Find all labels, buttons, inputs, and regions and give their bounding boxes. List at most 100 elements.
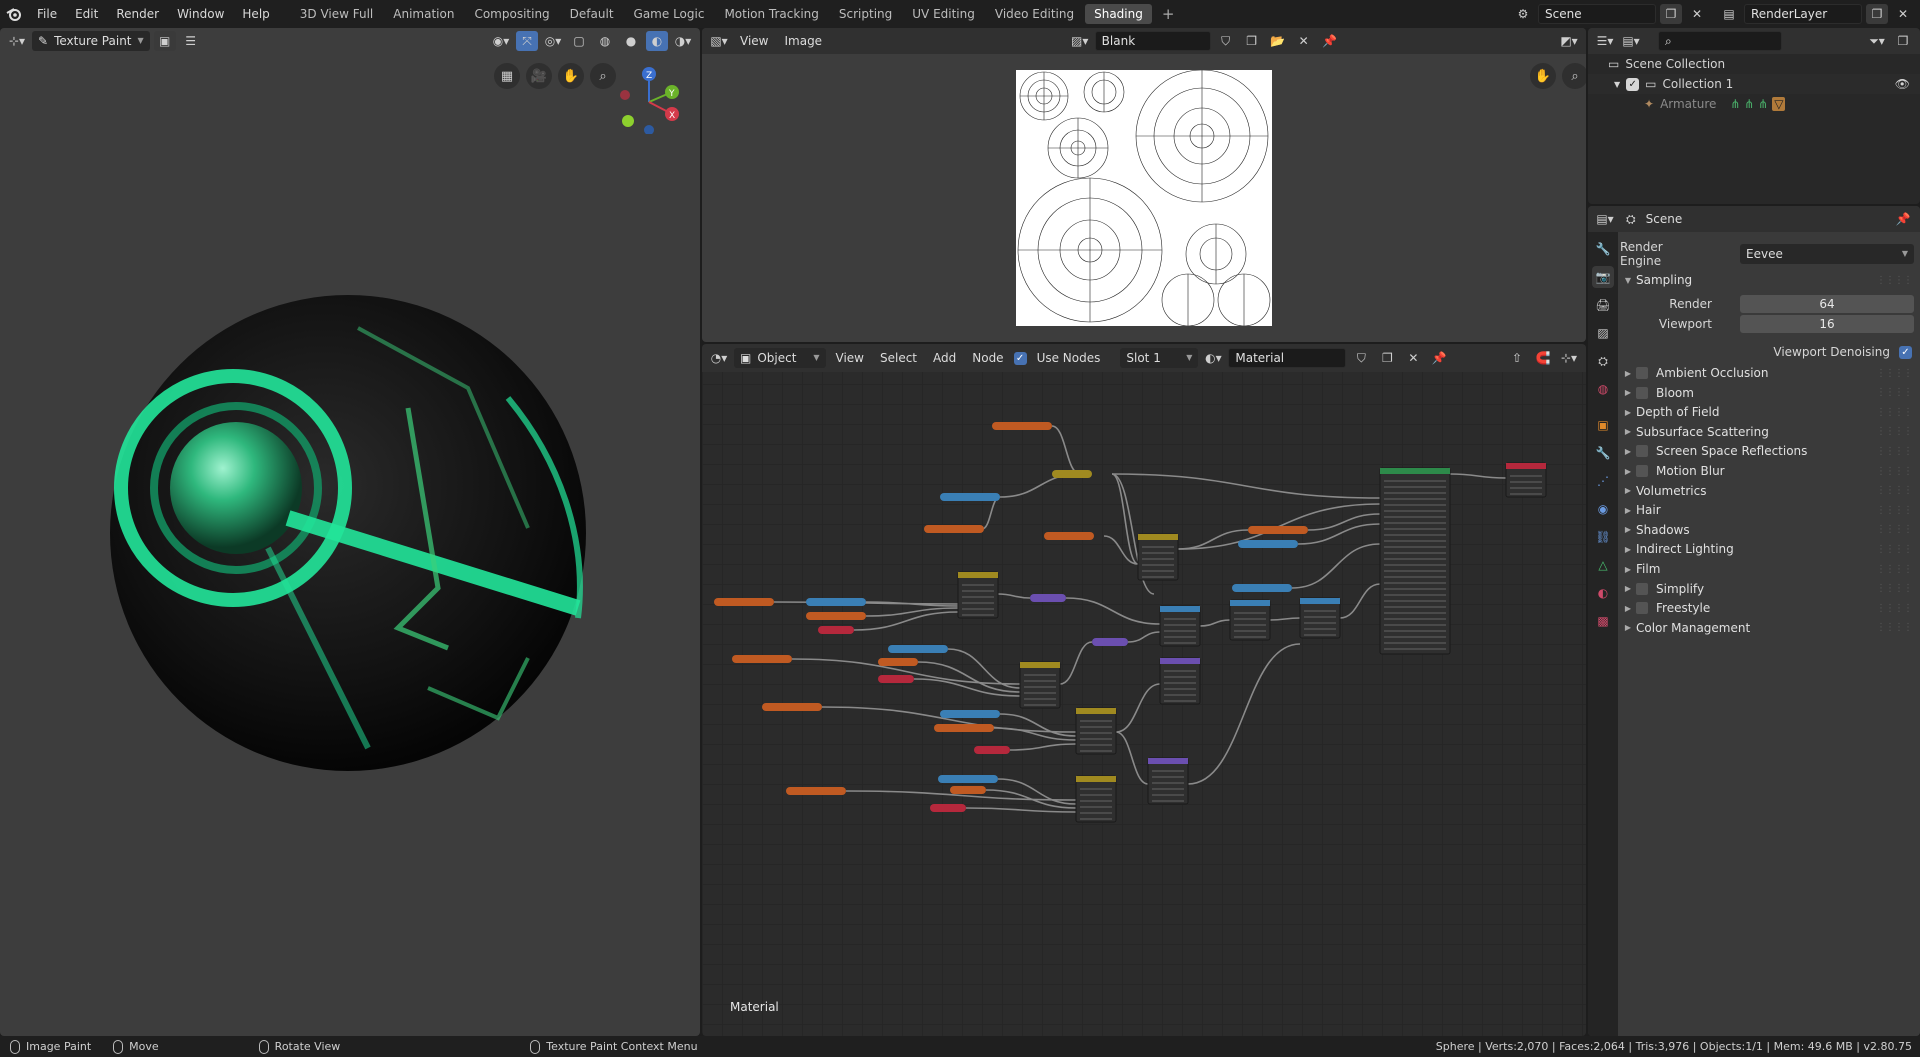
panel-color-management[interactable]: ▶ Color Management ⋮⋮⋮⋮ [1620, 617, 1920, 639]
physics-tab-icon[interactable]: ◉ [1592, 498, 1614, 520]
collapsed-node[interactable] [992, 422, 1052, 430]
image-browse-icon[interactable]: ▨▾ [1069, 31, 1091, 51]
render-tab-icon[interactable]: 📷 [1592, 266, 1614, 288]
display-channels-icon[interactable]: ◩▾ [1558, 31, 1580, 51]
shader-node[interactable] [1147, 757, 1189, 805]
particles-tab-icon[interactable]: ⋰ [1592, 470, 1614, 492]
node-link[interactable] [1051, 425, 1081, 475]
tool-tab-icon[interactable]: 🔧 [1592, 238, 1614, 260]
data-tab-icon[interactable]: △ [1592, 554, 1614, 576]
tab-scripting[interactable]: Scripting [830, 4, 901, 24]
node-link[interactable] [1065, 597, 1161, 625]
node-link[interactable] [1009, 743, 1077, 751]
collapsed-node[interactable] [934, 724, 994, 732]
image-pan-icon[interactable]: ✋ [1530, 63, 1556, 89]
node-link[interactable] [853, 611, 959, 631]
shader-node[interactable] [1159, 657, 1201, 705]
menu-view[interactable]: View [734, 34, 774, 48]
collapsed-node[interactable] [878, 658, 918, 666]
menu-window[interactable]: Window [168, 0, 233, 28]
node-link[interactable] [1111, 473, 1381, 499]
node-link[interactable] [947, 648, 1021, 689]
camera-view-icon[interactable]: 🎥 [526, 63, 552, 89]
scene-tab-icon[interactable]: ⛭ [1592, 350, 1614, 372]
shader-node[interactable] [1299, 597, 1341, 639]
outliner-type-icon[interactable]: ☰▾ [1594, 31, 1616, 51]
wireframe-shading-icon[interactable]: ◍ [594, 31, 616, 51]
shader-node[interactable] [1019, 661, 1061, 709]
view-layer-tab-icon[interactable]: ▨ [1592, 322, 1614, 344]
collapsed-node[interactable] [786, 787, 846, 795]
new-scene-icon[interactable]: ❐ [1660, 4, 1682, 24]
collapsed-node[interactable] [974, 746, 1010, 754]
shader-node[interactable] [1379, 467, 1451, 655]
collapsed-node[interactable] [950, 786, 986, 794]
node-link[interactable] [965, 807, 1077, 813]
panel-checkbox[interactable] [1636, 445, 1648, 458]
viewport-samples-field[interactable]: 16 [1740, 315, 1914, 333]
properties-type-icon[interactable]: ▤▾ [1594, 209, 1616, 229]
collapsed-node[interactable] [930, 804, 966, 812]
node-graph[interactable] [702, 344, 1586, 1036]
scene-selector-icon[interactable]: ⚙ [1512, 4, 1534, 24]
collapsed-node[interactable] [938, 775, 998, 783]
panel-checkbox[interactable] [1636, 465, 1648, 477]
outliner-row-scene-collection[interactable]: ▭ Scene Collection [1588, 54, 1920, 74]
panel-checkbox[interactable] [1636, 386, 1648, 399]
node-link[interactable] [1297, 523, 1381, 545]
rendered-shading-icon[interactable]: ◑▾ [672, 31, 694, 51]
collapsed-node[interactable] [878, 675, 914, 683]
collapsed-node[interactable] [732, 655, 792, 663]
node-link[interactable] [1291, 543, 1381, 589]
unlink-image-icon[interactable]: ✕ [1293, 31, 1315, 51]
editor-type-icon[interactable]: ⊹▾ [6, 31, 28, 51]
collapsed-node[interactable] [1030, 594, 1066, 602]
axis-gizmo[interactable]: Z Y X [612, 64, 682, 134]
node-link[interactable] [1115, 731, 1149, 785]
texture-slot-icon[interactable]: ▣ [153, 31, 176, 51]
collapsed-node[interactable] [806, 598, 866, 606]
shader-node[interactable] [1505, 462, 1547, 498]
node-link[interactable] [1115, 683, 1161, 733]
tab-compositing[interactable]: Compositing [465, 4, 558, 24]
collapsed-node[interactable] [762, 703, 822, 711]
texture-tab-icon[interactable]: ▩ [1592, 610, 1614, 632]
open-image-icon[interactable]: 📂 [1267, 31, 1289, 51]
menu-render[interactable]: Render [107, 0, 168, 28]
new-view-layer-icon[interactable]: ❐ [1866, 4, 1888, 24]
menu-image[interactable]: Image [778, 34, 828, 48]
delete-view-layer-icon[interactable]: ✕ [1892, 4, 1914, 24]
collapsed-node[interactable] [1248, 526, 1308, 534]
gizmo-toggle-icon[interactable]: ⤧ [516, 31, 538, 51]
object-tab-icon[interactable]: ▣ [1592, 414, 1614, 436]
fake-user-icon[interactable]: ⛉ [1215, 31, 1237, 51]
delete-scene-icon[interactable]: ✕ [1686, 4, 1708, 24]
xray-icon[interactable]: ▢ [568, 31, 590, 51]
node-link[interactable] [1059, 641, 1093, 685]
panel-checkbox[interactable] [1636, 602, 1648, 615]
collapsed-node[interactable] [940, 493, 1000, 501]
collapsed-node[interactable] [1092, 638, 1128, 646]
shader-node[interactable] [1075, 775, 1117, 823]
view-layer-field[interactable]: RenderLayer [1744, 4, 1862, 24]
expand-arrow-icon[interactable]: ▼ [1614, 80, 1620, 89]
node-link[interactable] [1269, 617, 1301, 621]
overlay-icon[interactable]: ◎▾ [542, 31, 564, 51]
outliner-row-collection[interactable]: ▼ ✓ ▭ Collection 1 👁 [1588, 74, 1920, 94]
pin-icon[interactable]: 📌 [1319, 31, 1341, 51]
shader-node[interactable] [957, 571, 999, 619]
collection-checkbox[interactable]: ✓ [1626, 77, 1640, 91]
collapsed-node[interactable] [924, 525, 984, 533]
panel-checkbox[interactable] [1636, 367, 1648, 379]
image-name-field[interactable]: Blank [1094, 31, 1211, 51]
image-zoom-icon[interactable]: ⌕ [1562, 63, 1586, 89]
menu-edit[interactable]: Edit [66, 0, 107, 28]
add-workspace-button[interactable]: + [1154, 5, 1183, 23]
material-shading-icon[interactable]: ◐ [646, 31, 668, 51]
node-link[interactable] [1339, 583, 1381, 619]
output-tab-icon[interactable]: 🖨 [1592, 294, 1614, 316]
constraints-tab-icon[interactable]: ⛓ [1592, 526, 1614, 548]
collapsed-node[interactable] [1052, 470, 1092, 478]
display-mode-icon[interactable]: ▤▾ [1620, 31, 1642, 51]
node-link[interactable] [1449, 473, 1507, 479]
